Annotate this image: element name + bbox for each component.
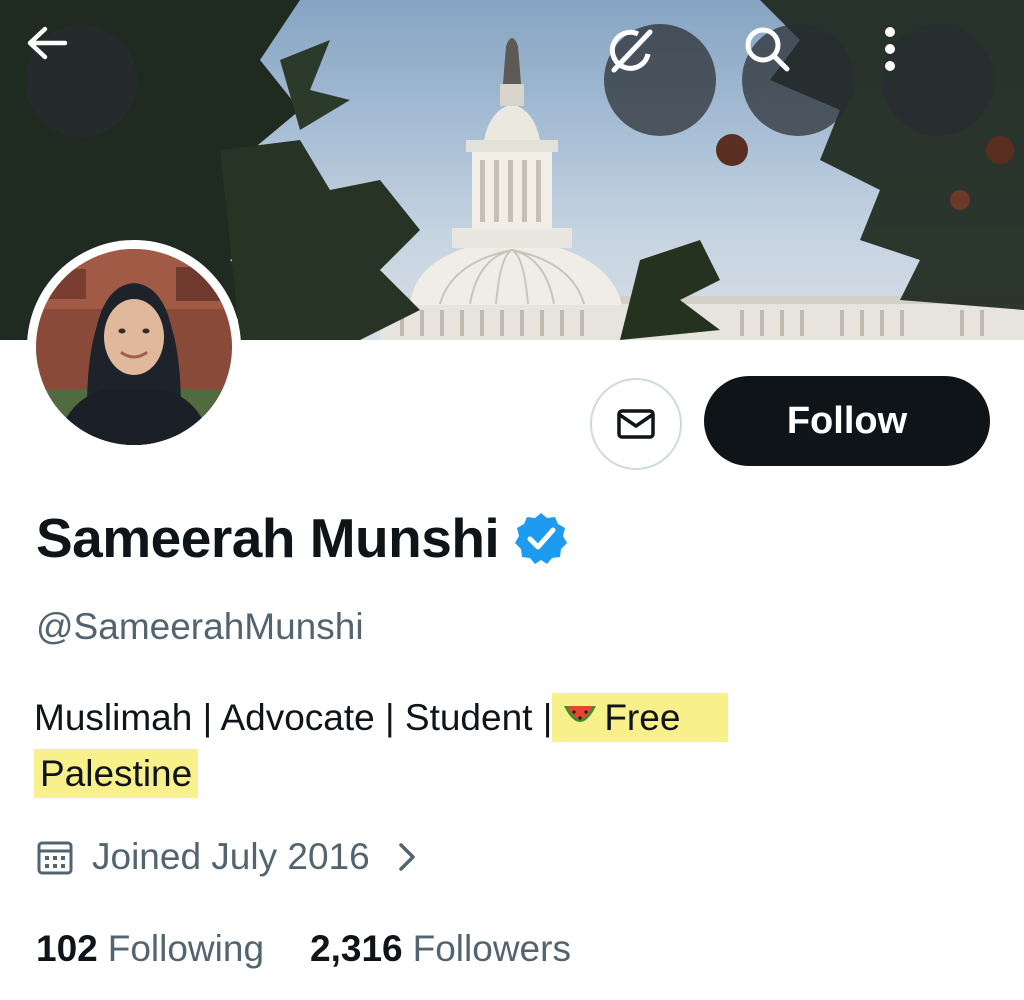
bio-text: Muslimah | Advocate | Student | [34, 697, 553, 738]
profile-stats: 102 Following 2,316 Followers [36, 928, 617, 970]
avatar-photo [36, 249, 232, 445]
following-label: Following [107, 928, 265, 969]
bio-free-text: Free [604, 697, 681, 738]
chevron-right-icon [398, 843, 415, 871]
avatar[interactable] [27, 240, 241, 454]
bio: Muslimah | Advocate | Student | Free Pal… [34, 690, 994, 802]
search-icon [745, 27, 790, 72]
followers-stat[interactable]: 2,316 Followers [310, 928, 571, 970]
joined-text: Joined July 2016 [92, 836, 370, 877]
followers-count: 2,316 [310, 928, 403, 969]
envelope-icon [617, 409, 655, 439]
following-count: 102 [36, 928, 98, 969]
handle: @SameerahMunshi [36, 606, 364, 647]
search-button[interactable] [742, 24, 854, 136]
more-vertical-icon [885, 27, 895, 71]
grok-button[interactable] [604, 24, 716, 136]
calendar-icon [37, 841, 73, 875]
watermelon-emoji [564, 706, 597, 722]
following-stat[interactable]: 102 Following [36, 928, 264, 970]
bio-highlight-line1: Free [552, 693, 728, 742]
display-name: Sameerah Munshi [36, 506, 569, 570]
display-name-text: Sameerah Munshi [36, 507, 500, 569]
bio-highlight-line2: Palestine [34, 749, 199, 798]
grok-icon [609, 29, 653, 73]
message-button[interactable] [590, 378, 682, 470]
verified-badge-icon[interactable] [513, 510, 569, 566]
joined-date[interactable]: Joined July 2016 [36, 836, 418, 878]
followers-label: Followers [412, 928, 571, 969]
follow-button[interactable]: Follow [704, 376, 990, 466]
more-options-button[interactable] [882, 24, 994, 136]
back-button[interactable] [25, 25, 137, 137]
arrow-left-icon [27, 26, 68, 60]
